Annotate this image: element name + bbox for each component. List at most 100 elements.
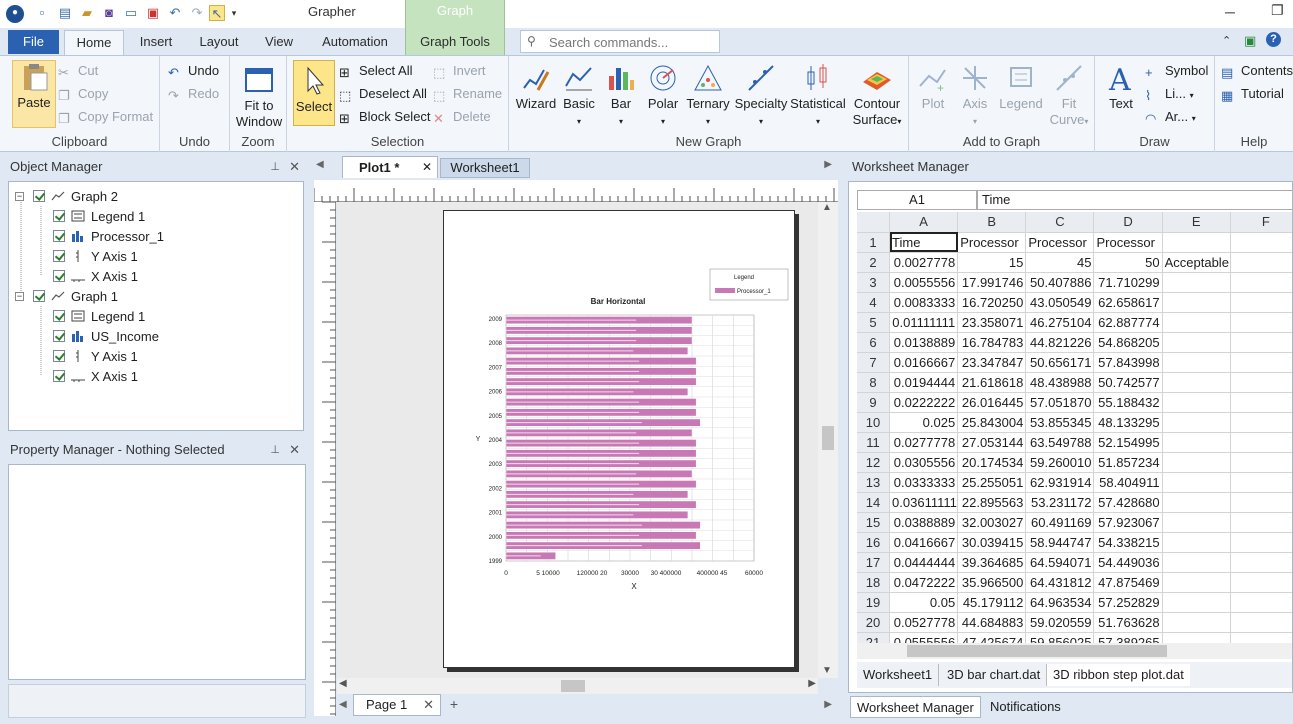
close-tab-icon[interactable]: ✕ xyxy=(422,157,432,178)
tree-item[interactable]: Y Axis 1 xyxy=(53,247,138,267)
help-icon[interactable]: ? xyxy=(1266,32,1281,47)
object-manager-tree[interactable]: − Graph 2 Legend 1 Processor_1 Y Axis 1 X Axi… xyxy=(8,181,304,431)
table-cell[interactable]: Processor xyxy=(1093,232,1163,253)
visibility-checkbox[interactable] xyxy=(33,190,45,202)
table-cell[interactable] xyxy=(1230,412,1292,433)
deselect-all-button[interactable]: ⬚ Deselect All xyxy=(339,84,427,104)
table-cell[interactable]: 57.428680 xyxy=(1093,492,1163,513)
table-cell[interactable] xyxy=(1230,272,1292,293)
table-cell[interactable]: 0.0277778 xyxy=(889,432,959,453)
table-cell[interactable]: 25.843004 xyxy=(957,412,1027,433)
statistical-button[interactable]: Statistical ▾ xyxy=(789,62,847,130)
table-cell[interactable] xyxy=(1162,592,1231,613)
table-cell[interactable]: 43.050549 xyxy=(1025,292,1095,313)
table-cell[interactable] xyxy=(1162,272,1231,293)
tree-item[interactable]: X Axis 1 xyxy=(53,367,138,387)
table-cell[interactable] xyxy=(1230,292,1292,313)
line-button[interactable]: ⌇ Li... ▾ xyxy=(1145,84,1194,104)
undo-button[interactable]: ↶ Undo xyxy=(168,61,219,81)
delete-button[interactable]: ✕ Delete xyxy=(433,107,491,127)
table-cell[interactable]: 30.039415 xyxy=(957,532,1027,553)
table-cell[interactable]: 0.0388889 xyxy=(889,512,959,533)
tab-graph-tools[interactable]: Graph Tools xyxy=(410,30,500,55)
row-header[interactable]: 9 xyxy=(857,392,891,413)
add-plot-button[interactable]: + Plot xyxy=(913,62,953,112)
select-all-button[interactable]: ⊞ Select All xyxy=(339,61,412,81)
sheet-tab-worksheet1[interactable]: Worksheet1 xyxy=(857,664,940,686)
row-header[interactable]: 17 xyxy=(857,552,891,573)
tree-item[interactable]: Legend 1 xyxy=(53,307,145,327)
row-header[interactable]: 5 xyxy=(857,312,891,333)
table-cell[interactable]: 55.188432 xyxy=(1093,392,1163,413)
specialty-button[interactable]: Specialty ▾ xyxy=(733,62,789,130)
table-cell[interactable] xyxy=(1230,532,1292,553)
table-cell[interactable]: 50.742577 xyxy=(1093,372,1163,393)
visibility-checkbox[interactable] xyxy=(53,310,65,322)
table-cell[interactable] xyxy=(1162,352,1231,373)
table-cell[interactable]: 52.154995 xyxy=(1093,432,1163,453)
tree-item[interactable]: Processor_1 xyxy=(53,227,164,247)
row-header[interactable]: 2 xyxy=(857,252,891,273)
block-select-button[interactable]: ⊞ Block Select xyxy=(339,107,431,127)
tab-scroll-left-icon[interactable]: ◀ xyxy=(316,159,324,170)
fit-to-window-button[interactable]: Fit to Window xyxy=(233,64,285,130)
table-cell[interactable]: 50.407886 xyxy=(1025,272,1095,293)
select-tool-icon[interactable]: ↖ xyxy=(209,5,225,21)
tree-item[interactable]: Y Axis 1 xyxy=(53,347,138,367)
visibility-checkbox[interactable] xyxy=(53,330,65,342)
column-header[interactable]: E xyxy=(1162,212,1231,233)
tree-item[interactable]: Legend 1 xyxy=(53,207,145,227)
page-scroll-right-icon[interactable]: ▶ xyxy=(824,699,832,710)
tab-notifications[interactable]: Notifications xyxy=(984,696,1067,718)
table-cell[interactable]: 58.404911 xyxy=(1093,472,1163,493)
table-cell[interactable]: 39.364685 xyxy=(957,552,1027,573)
table-cell[interactable]: Processor xyxy=(1025,232,1095,253)
row-header[interactable]: 13 xyxy=(857,472,891,493)
sheet-tab-3d-ribbon[interactable]: 3D ribbon step plot.dat xyxy=(1047,664,1190,686)
table-cell[interactable]: Acceptable xyxy=(1162,252,1231,273)
plot-canvas[interactable]: 2009 2008 2007 2006 2005 2004 2003 2002 2001 2000… xyxy=(337,202,818,678)
table-cell[interactable] xyxy=(1230,612,1292,633)
table-cell[interactable]: 48.438988 xyxy=(1025,372,1095,393)
table-cell[interactable] xyxy=(1162,492,1231,513)
table-cell[interactable]: 50 xyxy=(1093,252,1163,273)
visibility-checkbox[interactable] xyxy=(53,210,65,222)
table-cell[interactable]: 17.991746 xyxy=(957,272,1027,293)
visibility-checkbox[interactable] xyxy=(53,370,65,382)
add-page-icon[interactable]: + xyxy=(443,694,465,716)
table-cell[interactable]: 27.053144 xyxy=(957,432,1027,453)
table-cell[interactable]: 0.0305556 xyxy=(889,452,959,473)
cut-button[interactable]: ✂ Cut xyxy=(58,61,98,81)
select-all-corner[interactable] xyxy=(857,212,891,233)
pin-icon[interactable]: ⊥ xyxy=(270,438,280,462)
table-cell[interactable]: 62.887774 xyxy=(1093,312,1163,333)
table-cell[interactable] xyxy=(1162,452,1231,473)
row-header[interactable]: 11 xyxy=(857,432,891,453)
table-cell[interactable] xyxy=(1162,512,1231,533)
row-header[interactable]: 4 xyxy=(857,292,891,313)
table-cell[interactable]: 0.0166667 xyxy=(889,352,959,373)
table-cell[interactable]: 15 xyxy=(957,252,1027,273)
table-cell[interactable]: 0.0055556 xyxy=(889,272,959,293)
column-header[interactable]: A xyxy=(889,212,959,233)
table-cell[interactable] xyxy=(1162,612,1231,633)
visibility-checkbox[interactable] xyxy=(53,250,65,262)
table-cell[interactable]: 0.0527778 xyxy=(889,612,959,633)
row-header[interactable]: 20 xyxy=(857,612,891,633)
customize-qat-icon[interactable]: ▾ xyxy=(230,5,238,21)
tab-home[interactable]: Home xyxy=(64,30,124,56)
visibility-checkbox[interactable] xyxy=(53,350,65,362)
wizard-button[interactable]: Wizard xyxy=(513,62,559,112)
sheet-tab-3d-bar[interactable]: 3D bar chart.dat xyxy=(941,664,1048,686)
table-cell[interactable]: 0.0194444 xyxy=(889,372,959,393)
table-cell[interactable]: 62.931914 xyxy=(1025,472,1095,493)
table-cell[interactable] xyxy=(1230,552,1292,573)
table-cell[interactable]: Time xyxy=(889,232,959,253)
column-header[interactable]: B xyxy=(957,212,1027,233)
collapse-ribbon-icon[interactable]: ⌃ xyxy=(1222,34,1231,47)
table-cell[interactable]: 45.179112 xyxy=(957,592,1027,613)
contour-surface-button[interactable]: Contour Surface▾ xyxy=(847,62,907,130)
table-cell[interactable]: 0.05 xyxy=(889,592,959,613)
update-icon[interactable]: ▣ xyxy=(1244,33,1256,49)
table-cell[interactable]: 0.0027778 xyxy=(889,252,959,273)
